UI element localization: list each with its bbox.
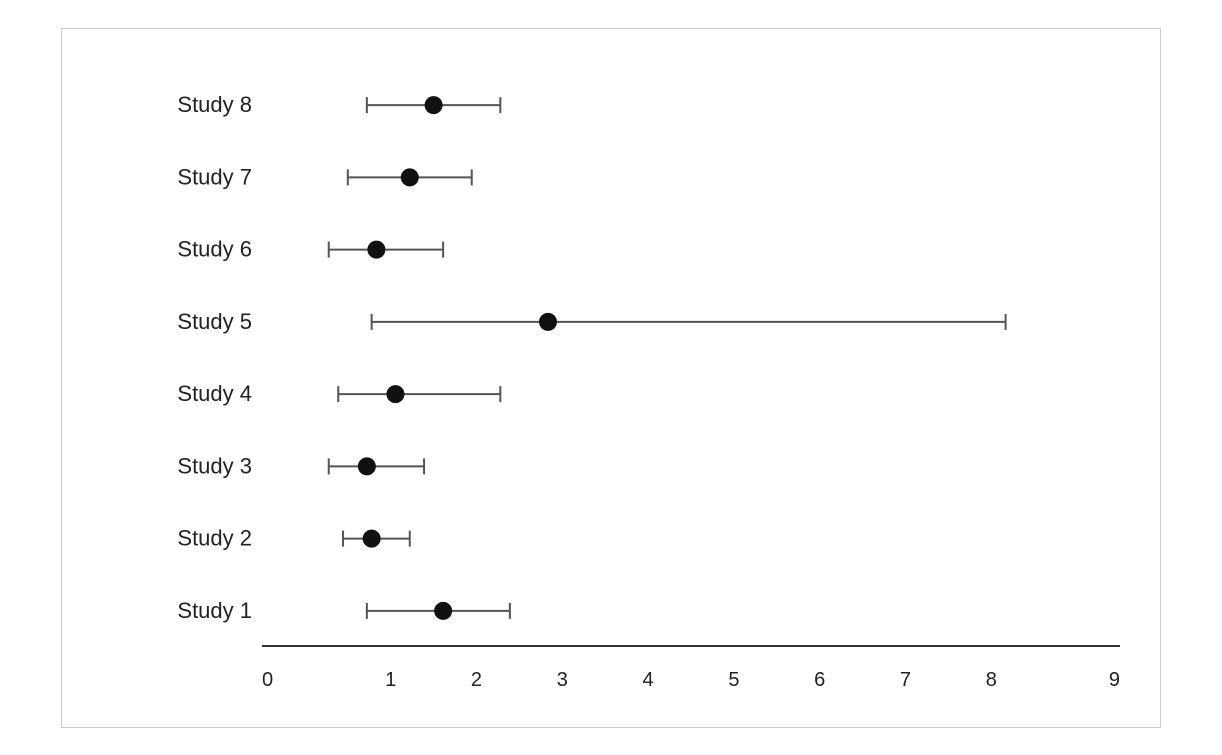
svg-text:Study 5: Study 5 xyxy=(177,308,252,333)
svg-text:Study 4: Study 4 xyxy=(177,381,252,406)
x-axis-label: 7 xyxy=(863,669,949,692)
chart-container: Study 8 Study 7 Study 6 Study 5 Study 4 Study… xyxy=(61,28,1161,728)
svg-text:Study 3: Study 3 xyxy=(177,453,252,478)
x-axis-line xyxy=(262,645,1120,647)
x-axis-label: 1 xyxy=(348,669,434,692)
x-axis-label: 8 xyxy=(948,669,1034,692)
x-axis-label: 6 xyxy=(777,669,863,692)
x-axis-label: 2 xyxy=(434,669,520,692)
svg-text:Study 8: Study 8 xyxy=(177,92,252,117)
x-axis-labels: 0123456789 xyxy=(262,669,1120,692)
svg-text:Study 6: Study 6 xyxy=(177,236,252,261)
x-axis-label: 4 xyxy=(605,669,691,692)
svg-text:Study 7: Study 7 xyxy=(177,164,252,189)
svg-text:Study 1: Study 1 xyxy=(177,597,252,622)
svg-text:Study 2: Study 2 xyxy=(177,525,252,550)
x-axis-label: 5 xyxy=(691,669,777,692)
plot-area: Study 8Study 7Study 6Study 5Study 4Study… xyxy=(262,69,1120,647)
forest-plot-svg: Study 8Study 7Study 6Study 5Study 4Study… xyxy=(262,69,1120,647)
x-axis-label: 9 xyxy=(1034,669,1120,692)
x-axis-label: 3 xyxy=(519,669,605,692)
x-axis-label: 0 xyxy=(262,669,348,692)
